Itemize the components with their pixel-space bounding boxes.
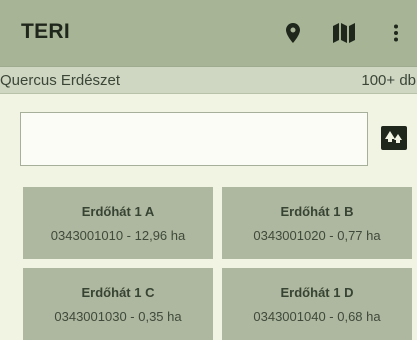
more-vert-icon <box>394 24 398 42</box>
overflow-menu-button[interactable] <box>387 0 405 66</box>
card-title: Erdőhát 1 C <box>81 284 155 300</box>
card-erdohat-1b[interactable]: Erdőhát 1 B 0343001020 - 0,77 ha <box>222 187 412 259</box>
result-count: 100+ db <box>361 72 416 89</box>
card-erdohat-1d[interactable]: Erdőhát 1 D 0343001040 - 0,68 ha <box>222 268 412 340</box>
subheader-bar: Quercus Erdészet 100+ db <box>0 66 417 94</box>
forest-filter-button[interactable] <box>381 126 407 150</box>
card-subtitle: 0343001030 - 0,35 ha <box>54 308 182 324</box>
card-erdohat-1a[interactable]: Erdőhát 1 A 0343001010 - 12,96 ha <box>23 187 213 259</box>
card-erdohat-1c[interactable]: Erdőhát 1 C 0343001030 - 0,35 ha <box>23 268 213 340</box>
app-bar: TERI <box>0 0 417 66</box>
card-subtitle: 0343001010 - 12,96 ha <box>50 227 186 243</box>
map-button[interactable] <box>330 0 358 66</box>
card-subtitle: 0343001020 - 0,77 ha <box>253 227 381 243</box>
app-title: TERI <box>21 20 71 43</box>
forest-filter-icon <box>385 131 402 143</box>
location-button[interactable] <box>280 0 306 66</box>
search-input[interactable] <box>20 112 368 166</box>
card-subtitle: 0343001040 - 0,68 ha <box>253 308 381 324</box>
company-name: Quercus Erdészet <box>0 72 121 89</box>
card-title: Erdőhát 1 D <box>280 284 354 300</box>
card-title: Erdőhát 1 A <box>81 203 155 219</box>
map-icon <box>333 23 355 43</box>
card-title: Erdőhát 1 B <box>280 203 354 219</box>
location-pin-icon <box>286 23 300 43</box>
